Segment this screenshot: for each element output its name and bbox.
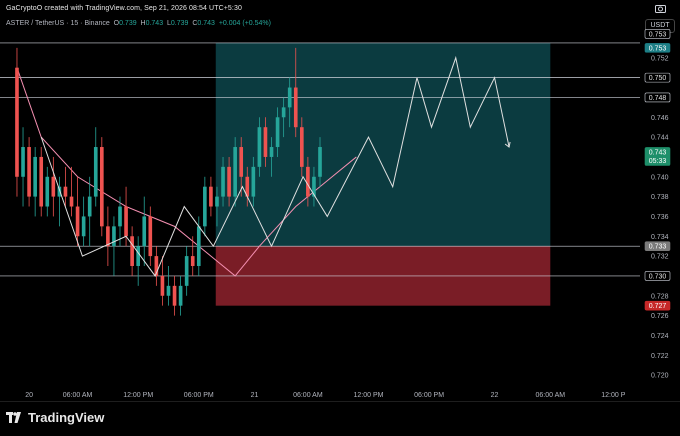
candle-body [312, 176, 316, 197]
price-chart[interactable]: 0.7530.7520.7500.7480.7460.7440.7420.740… [0, 0, 680, 436]
candle-body [15, 67, 19, 177]
candle-body [227, 166, 231, 197]
tradingview-brand: TradingView [28, 410, 105, 425]
candle-body [178, 285, 183, 306]
candle-body [136, 246, 140, 267]
candle-body [45, 176, 50, 207]
y-tick-label: 0.726 [651, 313, 669, 320]
y-tick-label: 0.736 [651, 214, 669, 221]
candle-body [251, 166, 256, 197]
candle-body [106, 226, 110, 247]
tradingview-logo-icon [6, 412, 21, 423]
candle-body [63, 186, 68, 197]
candle-body [124, 206, 128, 237]
y-tick-label: 0.738 [651, 194, 669, 201]
candle-body [87, 196, 92, 217]
candle-body [203, 186, 207, 227]
candle-body [172, 285, 177, 306]
candle-body [118, 206, 122, 227]
candle-body [233, 147, 237, 197]
candle-body [112, 226, 116, 247]
x-tick-label: 22 [491, 392, 499, 399]
candle-body [263, 127, 268, 157]
candle-body [69, 196, 74, 207]
price-tag-label: 0.733 [649, 244, 667, 251]
price-tag-label: 0.753 [649, 31, 667, 38]
candle-body [39, 156, 44, 207]
price-tag-label: 0.750 [649, 75, 667, 82]
x-tick-label: 06:00 PM [414, 392, 444, 399]
candle-body [239, 147, 244, 177]
price-tag-label: 0.730 [649, 273, 667, 280]
price-tag-label: 0.748 [649, 95, 667, 102]
candle-body [75, 206, 80, 237]
price-tag-label: 0.727 [649, 303, 667, 310]
x-tick-label: 06:00 AM [293, 392, 323, 399]
candle-body [190, 256, 195, 267]
candle-body [209, 186, 213, 207]
y-tick-label: 0.720 [651, 373, 669, 380]
candle-body [215, 196, 219, 207]
candle-body [142, 216, 147, 247]
candle-body [81, 216, 86, 237]
y-tick-label: 0.744 [651, 135, 669, 142]
x-tick-label: 12:00 PM [123, 392, 153, 399]
candle-body [184, 256, 189, 286]
x-tick-label: 06:00 AM [536, 392, 566, 399]
x-tick-label: 20 [25, 392, 33, 399]
y-tick-label: 0.722 [651, 353, 669, 360]
footer-divider [0, 401, 680, 402]
x-tick-label: 12:00 P [601, 392, 625, 399]
candle-body [293, 87, 298, 128]
candle-body [130, 236, 134, 267]
countdown-label: 05:33 [649, 158, 667, 165]
candle-body [166, 285, 171, 296]
candle-body [269, 147, 274, 157]
candle-body [275, 117, 280, 148]
candle-body [51, 176, 56, 197]
candle-body [21, 147, 25, 177]
candle-body [287, 87, 292, 108]
candle-body [27, 147, 31, 197]
candle-body [93, 147, 98, 197]
candle-body [318, 147, 322, 177]
candle-body [221, 166, 225, 197]
y-tick-label: 0.724 [651, 333, 669, 340]
candle-body [100, 147, 104, 227]
footer: TradingView [6, 410, 104, 425]
candle-body [160, 275, 165, 296]
candle-body [33, 156, 37, 197]
x-tick-label: 12:00 PM [354, 392, 384, 399]
candle-body [148, 216, 153, 257]
candle-body [257, 127, 262, 167]
y-tick-label: 0.728 [651, 293, 669, 300]
y-tick-label: 0.732 [651, 254, 669, 261]
price-tag-label: 0.753 [649, 45, 667, 52]
x-tick-label: 21 [251, 392, 259, 399]
y-tick-label: 0.752 [651, 55, 669, 62]
candle-body [281, 107, 286, 118]
y-tick-label: 0.734 [651, 234, 669, 241]
y-tick-label: 0.740 [651, 174, 669, 181]
candle-body [300, 127, 304, 167]
candle-body [196, 226, 201, 267]
x-tick-label: 06:00 PM [184, 392, 214, 399]
x-tick-label: 06:00 AM [63, 392, 93, 399]
price-tag-label: 0.743 [649, 149, 667, 156]
y-tick-label: 0.746 [651, 115, 669, 122]
